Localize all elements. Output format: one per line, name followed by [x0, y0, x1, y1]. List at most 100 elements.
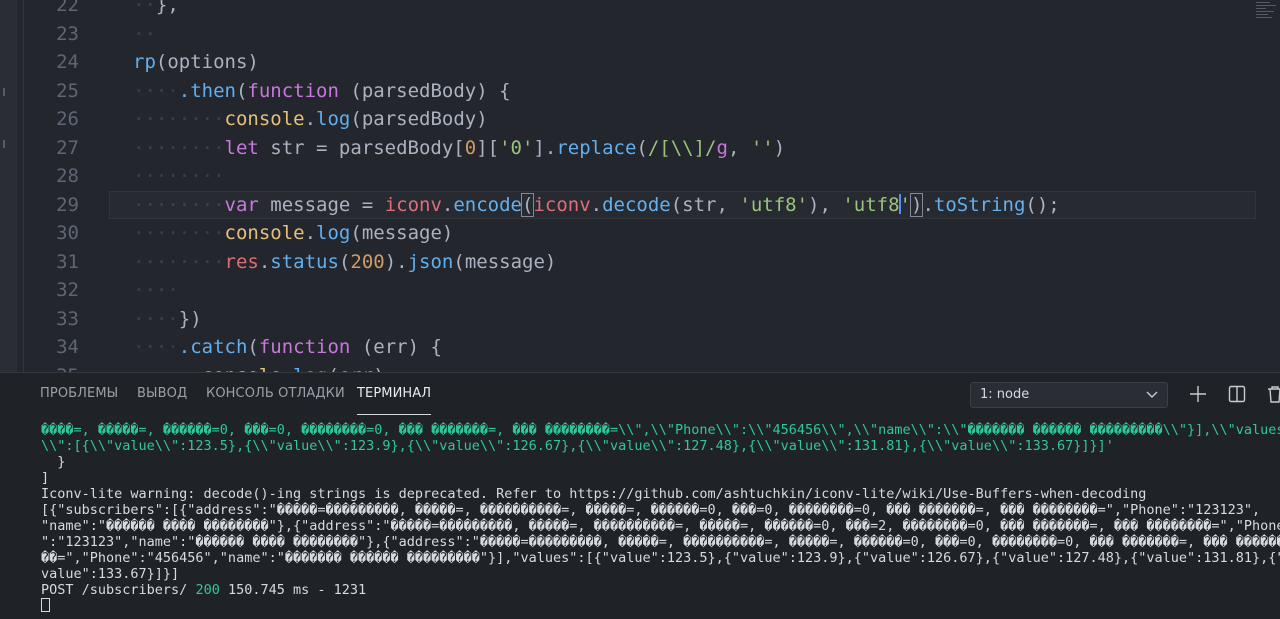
code-token: iconv	[384, 193, 442, 216]
line-number: 29	[56, 193, 79, 216]
line-number: 28	[56, 165, 79, 187]
terminal-line: "name":"������ ���� ��������"},{"address…	[41, 518, 1280, 534]
terminal-line: }	[41, 454, 66, 470]
code-text: ········console.log(message)	[133, 219, 453, 247]
terminal-line: \\":[{\\"value\\":123.5},{\\"value\\":12…	[41, 438, 1114, 454]
terminal-line: value":133.67}]}]	[41, 566, 180, 582]
code-token: 'utf8'	[739, 193, 809, 216]
code-token: 200	[350, 250, 385, 273]
code-token: .catch	[178, 336, 248, 358]
tab-terminal[interactable]: ТЕРМИНАЛ	[357, 386, 432, 415]
code-line[interactable]: 22 ··},	[17, 0, 1280, 19]
code-token: ··	[133, 22, 156, 45]
code-token: encode	[453, 193, 522, 216]
code-line[interactable]: 24 rp(options)	[17, 48, 1280, 76]
code-token: (parsedBody) {	[338, 79, 511, 102]
code-text: ········var message = iconv.encode(iconv…	[133, 191, 1060, 219]
code-token: ····	[133, 279, 179, 301]
code-line[interactable]: 34 ····.catch(function (err) {	[17, 333, 1280, 361]
plus-icon[interactable]	[1187, 383, 1209, 405]
code-text: ····	[133, 276, 179, 304]
line-number: 23	[56, 22, 79, 45]
terminal-line: [{"subscribers":[{"address":"�����=�����…	[41, 502, 1261, 518]
code-token: .	[304, 222, 317, 244]
code-line[interactable]: 28 ········	[17, 162, 1280, 190]
line-number: 26	[56, 108, 79, 130]
code-token: iconv	[533, 193, 591, 216]
code-token: .	[922, 193, 934, 216]
code-token: ········	[133, 108, 225, 130]
terminal-output[interactable]: POST /subscribers/ 200 150.745 ms - 1231…	[0, 417, 1280, 619]
code-token: ········	[133, 193, 225, 216]
code-token: ········	[133, 136, 225, 159]
trash-icon[interactable]	[1264, 383, 1280, 405]
code-line[interactable]: 23 ··	[17, 20, 1280, 48]
code-text: ······console.log(err)	[133, 362, 385, 373]
tab-output[interactable]: ВЫВОД	[137, 386, 187, 401]
code-token: status	[270, 250, 339, 273]
code-editor[interactable]: 22 ··}, 23 ·· 24 rp(options) 25 ····.then(funct…	[17, 0, 1280, 372]
terminal-select[interactable]: 1: node	[970, 382, 1168, 408]
code-token: ''	[750, 136, 774, 159]
terminal-cursor	[41, 598, 50, 612]
code-line[interactable]: 27 ········let str = parsedBody[0]['0'].r…	[17, 134, 1280, 162]
terminal-line: Iconv-lite warning: decode()-ing strings…	[41, 486, 1147, 502]
code-line[interactable]: 35 ······console.log(err)	[17, 362, 1280, 373]
matched-bracket: )	[909, 192, 924, 217]
line-number: 35	[17, 362, 79, 373]
code-line[interactable]: 29 ········var message = iconv.encode(ico…	[17, 190, 1280, 219]
code-line[interactable]: 25 ····.then(function (parsedBody) {	[17, 77, 1280, 105]
code-token: (options)	[155, 51, 259, 73]
code-token: str = parsedBody[	[258, 136, 465, 159]
terminal-line: ":"123123","name":"������ ���� ��������"…	[41, 534, 1280, 550]
code-token: ,	[727, 136, 751, 159]
code-line[interactable]: 32 ····	[17, 276, 1280, 304]
tab-problems[interactable]: ПРОБЛЕМЫ	[40, 386, 118, 401]
request-status: 200	[195, 582, 220, 598]
code-line[interactable]: 31 ········res.status(200).json(message)	[17, 248, 1280, 276]
code-token: json	[407, 250, 454, 273]
code-token: console	[224, 222, 305, 244]
code-line[interactable]: 30 ········console.log(message)	[17, 219, 1280, 247]
request-method-path: POST /subscribers/	[41, 582, 196, 598]
code-token: toString	[933, 193, 1026, 216]
code-token: .	[258, 250, 271, 273]
terminal-line: ]	[41, 470, 50, 486]
code-token: .then	[178, 79, 236, 102]
code-token: message =	[258, 193, 385, 216]
code-text: ········res.status(200).json(message)	[133, 248, 556, 276]
code-text: ··	[133, 20, 156, 48]
code-token: var	[224, 193, 259, 216]
code-token: (err)	[328, 365, 385, 373]
code-token: (str,	[670, 193, 740, 216]
code-line[interactable]: 33 ····})	[17, 305, 1280, 333]
line-number: 32	[56, 279, 79, 301]
code-token: ····	[133, 336, 179, 358]
bottom-panel: ПРОБЛЕМЫ ВЫВОД КОНСОЛЬ ОТЛАДКИ ТЕРМИНАЛ …	[0, 372, 1280, 619]
text-cursor	[898, 193, 901, 214]
activity-marker	[3, 88, 5, 96]
code-token: replace	[556, 136, 637, 159]
code-token: ······	[133, 365, 202, 373]
code-token: ).	[384, 250, 408, 273]
split-icon[interactable]	[1226, 383, 1248, 405]
tab-debug-console[interactable]: КОНСОЛЬ ОТЛАДКИ	[206, 386, 345, 401]
request-timing: 150.745 ms - 1231	[219, 582, 367, 598]
code-token: (	[235, 79, 248, 102]
activity-marker	[3, 140, 5, 148]
code-token: .	[590, 193, 603, 216]
code-text: ········let str = parsedBody[0]['0'].rep…	[133, 134, 785, 162]
code-token: rp	[133, 51, 156, 73]
line-number: 30	[56, 222, 79, 244]
code-token: res	[224, 250, 259, 273]
code-token: ····	[133, 307, 179, 330]
code-token: ········	[133, 222, 225, 244]
code-token: ····	[133, 79, 179, 102]
code-token: )	[773, 136, 786, 159]
code-line[interactable]: 26 ········console.log(parsedBody)	[17, 105, 1280, 133]
code-token: '	[899, 193, 911, 216]
code-token: .	[282, 365, 293, 373]
terminal-select-value: 1: node	[980, 387, 1030, 402]
code-token: ();	[1025, 193, 1060, 216]
code-text: rp(options)	[133, 48, 259, 76]
